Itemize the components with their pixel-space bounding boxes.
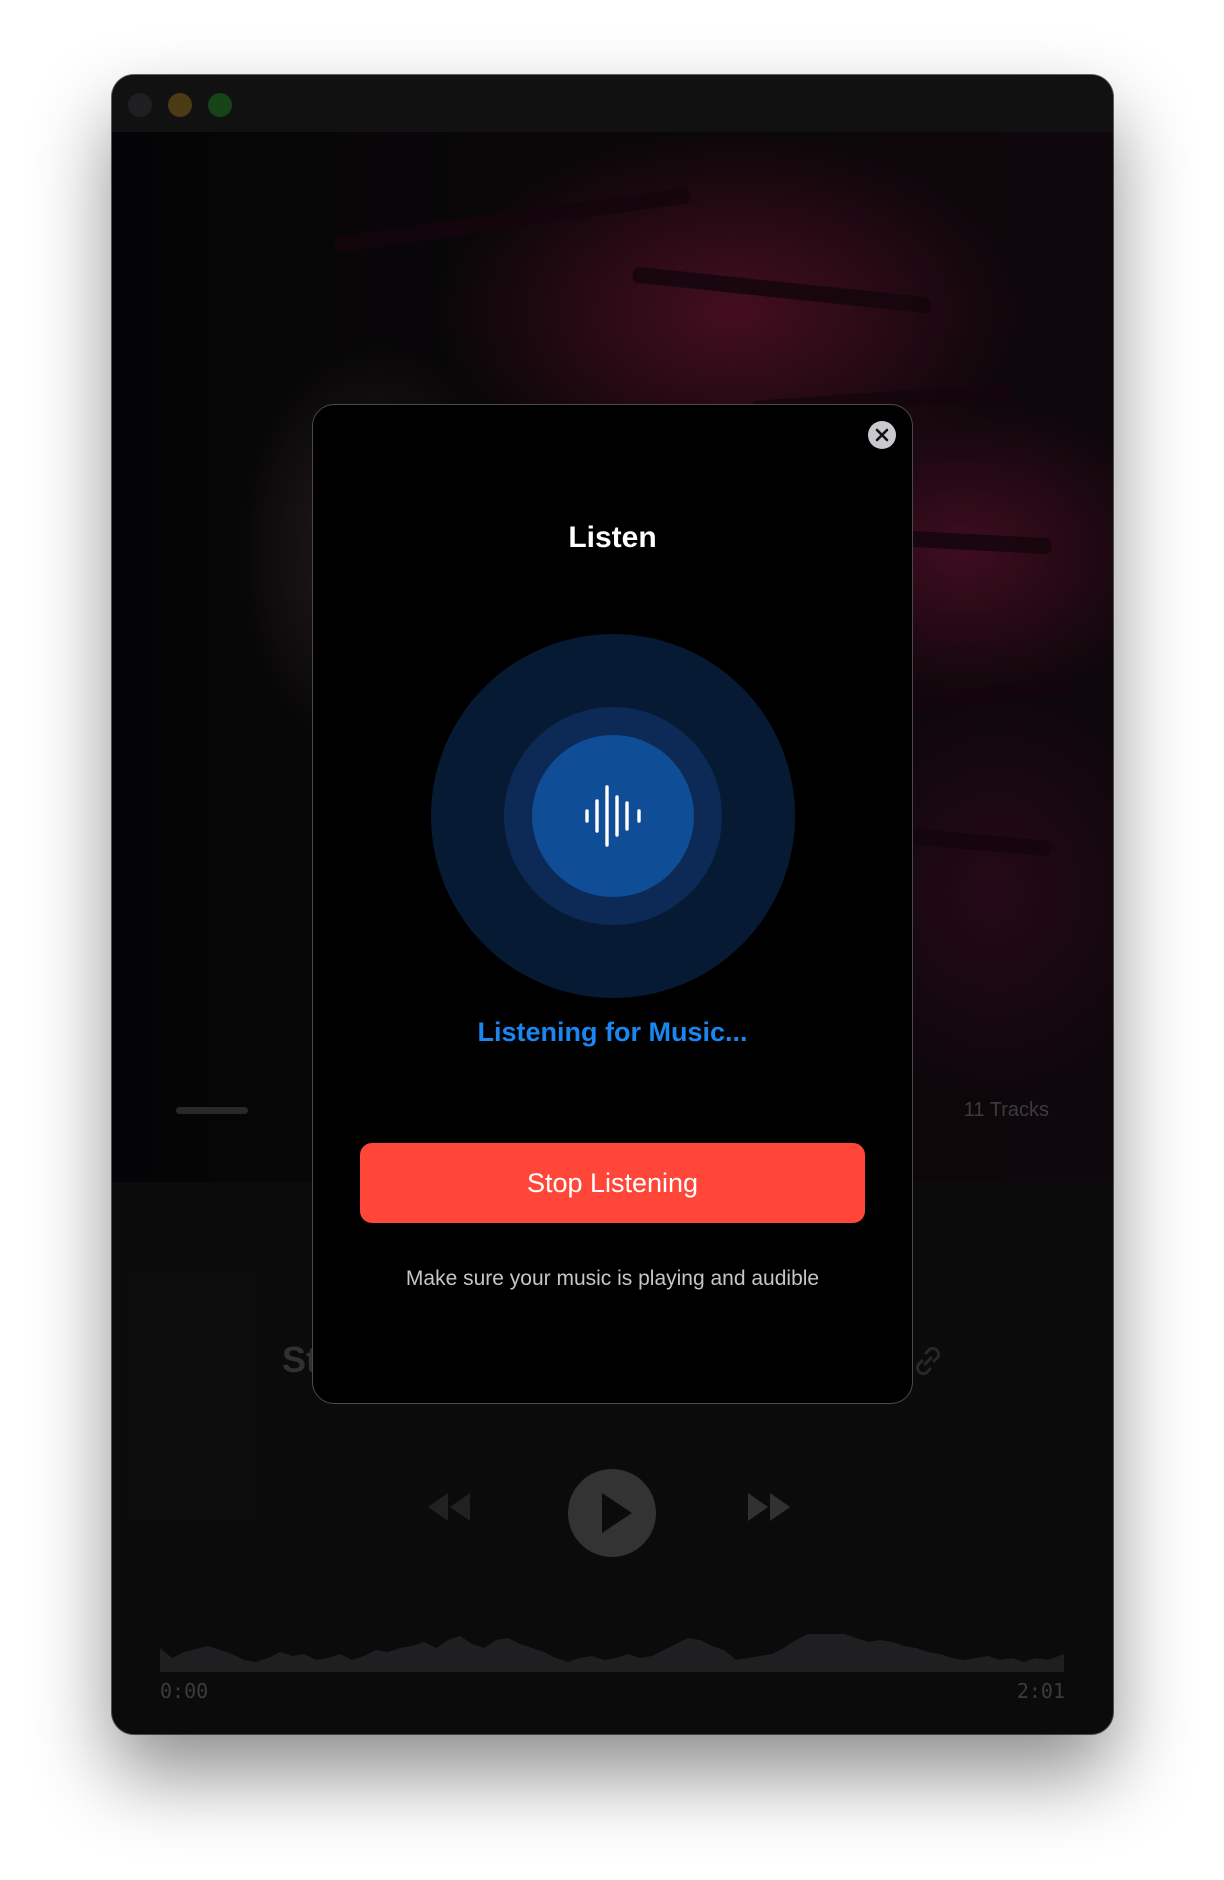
play-icon: [602, 1493, 632, 1533]
total-duration: 2:01: [1016, 1679, 1065, 1703]
track-count: 11 Tracks: [963, 1099, 1049, 1121]
sheet-handle[interactable]: [176, 1107, 248, 1114]
waveform-icon: [585, 785, 641, 847]
close-icon: [875, 428, 889, 442]
audio-waveform[interactable]: [160, 1618, 1064, 1672]
listening-status: Listening for Music...: [477, 1017, 748, 1047]
listen-dialog: Listen Listening for Music... Stop Liste…: [312, 404, 913, 1404]
stop-listening-button[interactable]: Stop Listening: [360, 1143, 865, 1223]
window-minimize-button[interactable]: [168, 93, 192, 117]
rewind-icon[interactable]: [424, 1487, 474, 1527]
window-maximize-button[interactable]: [208, 93, 232, 117]
hint-text: Make sure your music is playing and audi…: [405, 1267, 820, 1290]
dialog-title: Listen: [568, 521, 657, 554]
play-button[interactable]: [568, 1469, 656, 1557]
elapsed-time: 0:00: [160, 1679, 209, 1703]
window-close-button[interactable]: [128, 93, 152, 117]
link-icon[interactable]: [908, 1341, 948, 1381]
title-bar: [112, 75, 1113, 132]
close-button[interactable]: [868, 421, 896, 449]
fast-forward-icon[interactable]: [744, 1487, 794, 1527]
